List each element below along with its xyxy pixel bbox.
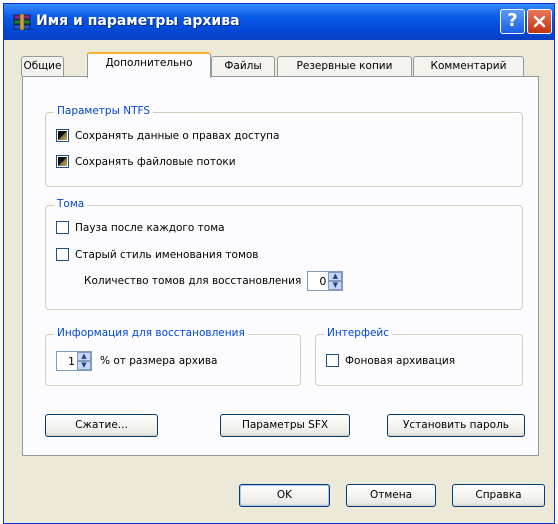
background-archiving-option[interactable]: Фоновая архивация [326,354,455,367]
spin-up-icon[interactable]: ▲ [77,352,91,361]
save-file-streams-checkbox[interactable] [56,155,69,168]
set-password-button[interactable]: Установить пароль [387,414,525,437]
recovery-record-value[interactable]: 1 [57,355,77,368]
tab-comment[interactable]: Комментарий [413,56,524,76]
ntfs-group: Параметры NTFS Сохранять данные о правах… [45,105,523,187]
recovery-volumes-label: Количество томов для восстановления [84,275,302,287]
interface-group-title: Интерфейс [324,327,392,339]
pause-after-volume-checkbox[interactable] [56,221,69,234]
spin-down-icon[interactable]: ▼ [77,361,91,370]
ok-button[interactable]: OK [239,484,330,507]
save-file-streams-option[interactable]: Сохранять файловые потоки [56,155,236,168]
recovery-record-group: Информация для восстановления 1 ▲ ▼ % от… [45,327,301,386]
old-naming-option[interactable]: Старый стиль именования томов [56,248,258,261]
tab-advanced[interactable]: Дополнительно [87,52,211,78]
recovery-volumes-spinner[interactable]: 0 ▲ ▼ [307,271,344,291]
help-button[interactable]: Справка [452,484,545,507]
spin-down-icon[interactable]: ▼ [328,281,343,290]
ntfs-group-title: Параметры NTFS [54,105,154,117]
save-access-rights-label: Сохранять данные о правах доступа [75,129,280,142]
volumes-group: Тома Пауза после каждого тома Старый сти… [45,198,523,310]
window-title: Имя и параметры архива [36,13,240,29]
background-archiving-label: Фоновая архивация [345,354,456,367]
cancel-button[interactable]: Отмена [346,484,436,507]
interface-group: Интерфейс Фоновая архивация [315,327,523,386]
dialog-window: Имя и параметры архива ? Общие Дополните… [3,3,555,524]
spin-up-icon[interactable]: ▲ [328,272,343,281]
close-button[interactable] [527,9,552,34]
save-access-rights-option[interactable]: Сохранять данные о правах доступа [56,129,279,142]
recovery-volumes-value[interactable]: 0 [308,275,328,288]
old-naming-checkbox[interactable] [56,248,69,261]
recovery-volumes-row: Количество томов для восстановления 0 ▲ … [84,271,344,291]
tab-files[interactable]: Файлы [211,56,275,76]
recovery-record-title: Информация для восстановления [54,327,248,339]
recovery-record-spinner[interactable]: 1 ▲ ▼ [56,351,92,371]
help-title-button[interactable]: ? [500,9,525,34]
pause-after-volume-option[interactable]: Пауза после каждого тома [56,221,225,234]
pause-after-volume-label: Пауза после каждого тома [75,221,225,234]
sfx-options-button[interactable]: Параметры SFX [220,414,350,437]
save-file-streams-label: Сохранять файловые потоки [75,155,236,168]
recovery-record-suffix: % от размера архива [100,355,218,367]
tab-general[interactable]: Общие [21,56,64,76]
background-archiving-checkbox[interactable] [326,354,339,367]
close-icon [533,15,546,28]
save-access-rights-checkbox[interactable] [56,129,69,142]
winrar-archive-icon [13,14,31,30]
recovery-record-row: 1 ▲ ▼ % от размера архива [56,351,217,371]
tab-backup[interactable]: Резервные копии [277,56,412,76]
compression-button[interactable]: Сжатие... [45,414,158,437]
volumes-group-title: Тома [54,198,88,210]
old-naming-label: Старый стиль именования томов [75,248,259,261]
tab-panel-advanced: Параметры NTFS Сохранять данные о правах… [22,76,539,456]
title-bar[interactable]: Имя и параметры архива ? [4,4,554,40]
